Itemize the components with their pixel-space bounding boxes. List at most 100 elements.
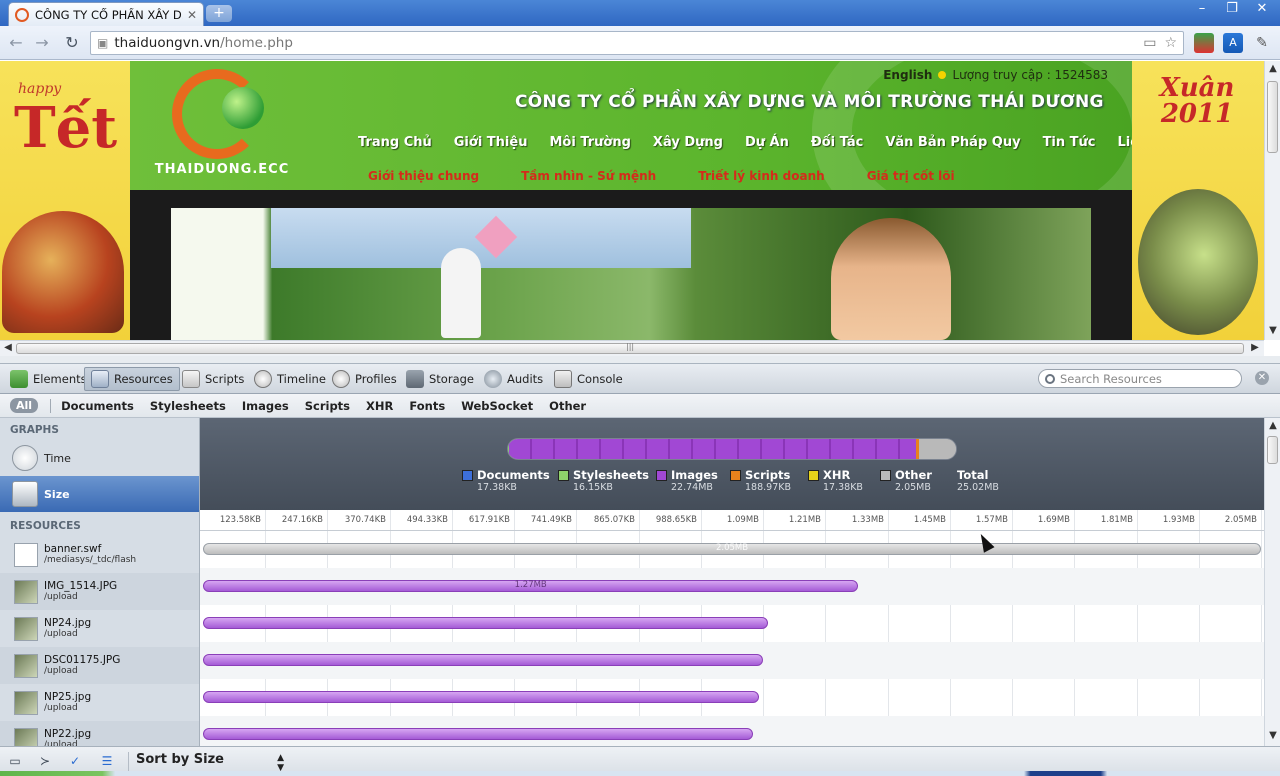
forward-arrow-icon[interactable]: → [32,33,52,53]
nav-doi-tac[interactable]: Đối Tác [811,135,863,150]
filter-images[interactable]: Images [242,399,289,413]
resource-item[interactable]: banner.swf/mediasys/_tdc/flash [0,536,199,573]
nav-tin-tuc[interactable]: Tin Tức [1043,135,1096,150]
resources-sidebar: GRAPHS Time Size RESOURCES banner.swf/me… [0,418,200,746]
subnav-gioi-thieu-chung[interactable]: Giới thiệu chung [368,169,479,183]
page-scroll-thumb[interactable] [1267,81,1278,153]
resource-item[interactable]: NP24.jpg/upload [0,610,199,647]
dt-scroll-thumb[interactable] [1267,436,1278,464]
dt-scroll-up-icon[interactable]: ▲ [1265,420,1280,431]
devtools-splitter[interactable] [0,356,1280,364]
resource-size-bar[interactable]: 1.27MB [203,580,859,592]
tab-audits[interactable]: Audits [478,367,549,391]
minimize-icon[interactable]: – [1188,1,1216,19]
tab-scripts[interactable]: Scripts [176,367,250,391]
legend-swatch [808,470,819,481]
nav-trang-chu[interactable]: Trang Chủ [358,135,432,150]
scroll-down-icon[interactable]: ▼ [1265,325,1280,336]
site-logo[interactable]: THAIDUONG.ECC [152,69,292,181]
filter-websocket[interactable]: WebSocket [461,399,533,413]
filter-fonts[interactable]: Fonts [409,399,445,413]
filter-other[interactable]: Other [549,399,586,413]
page-action-icon[interactable]: ▭ [1143,35,1156,51]
resource-item[interactable]: NP22.jpg/upload [0,721,199,746]
nav-gioi-thieu[interactable]: Giới Thiệu [454,135,528,150]
tab-resources[interactable]: Resources [84,367,180,391]
graph-time[interactable]: Time [0,440,199,476]
resource-bar-row [200,605,1264,642]
tab-profiles[interactable]: Profiles [326,367,403,391]
english-link[interactable]: English [883,68,932,82]
page-vertical-scrollbar[interactable]: ▲ ▼ [1264,61,1280,340]
filter-scripts[interactable]: Scripts [305,399,350,413]
filter-all[interactable]: All [10,398,39,413]
extension-icon[interactable] [1194,33,1214,53]
tab-storage[interactable]: Storage [400,367,480,391]
sort-label: Sort by Size [136,752,224,767]
url-path: /home.php [220,35,293,51]
resource-size-bar[interactable] [203,691,760,703]
legend-value: 17.38KB [477,482,517,493]
back-arrow-icon[interactable]: ← [6,33,26,53]
tab-scripts-label: Scripts [205,372,245,386]
image-thumbnail-icon [14,579,38,604]
bookmark-star-icon[interactable]: ☆ [1164,35,1177,51]
tab-timeline[interactable]: Timeline [248,367,332,391]
legend-label: Stylesheets [573,468,649,482]
resource-name: NP22.jpg [44,728,92,740]
resource-size-bar[interactable] [203,654,763,666]
scroll-left-icon[interactable]: ◀ [0,342,16,353]
image-thumbnail-icon [14,616,38,641]
large-rows-icon[interactable]: ☰ [98,754,116,770]
record-icon[interactable]: ✓ [66,754,84,770]
total-label: Total [957,468,989,482]
resource-size-bar[interactable] [203,617,769,629]
nav-lien-he[interactable]: Liên Hệ [1118,135,1133,150]
nav-van-ban-phap-quy[interactable]: Văn Bản Pháp Quy [885,135,1020,150]
resource-item[interactable]: DSC01175.JPG/upload [0,647,199,684]
search-resources-input[interactable]: Search Resources [1038,369,1242,388]
resource-size-bar[interactable]: 2.05MB [203,543,1261,555]
address-bar[interactable]: ▣ thaiduongvn.vn/home.php ▭ ☆ [90,31,1184,55]
scroll-up-icon[interactable]: ▲ [1265,63,1280,74]
filter-documents[interactable]: Documents [61,399,134,413]
page-horizontal-scrollbar[interactable]: ◀ ||| ▶ [0,340,1264,356]
legend-item-documents: Documents 17.38KB [462,468,550,494]
new-tab-button[interactable]: + [206,5,232,22]
subnav-tam-nhin[interactable]: Tầm nhìn - Sứ mệnh [521,169,656,183]
filter-xhr[interactable]: XHR [366,399,393,413]
logo-globe-icon [222,87,264,129]
dock-icon[interactable]: ▭ [6,754,24,770]
subnav-gia-tri[interactable]: Giá trị cốt lõi [867,169,955,183]
nav-moi-truong[interactable]: Môi Trường [549,135,630,150]
sort-select[interactable]: Sort by Size ▲ ▼ [128,752,290,773]
close-devtools-icon[interactable]: ✕ [1255,371,1269,385]
filter-stylesheets[interactable]: Stylesheets [150,399,226,413]
nav-du-an[interactable]: Dự Án [745,135,789,150]
translate-icon[interactable]: A [1223,33,1243,53]
resource-size-bar[interactable] [203,728,753,740]
bullet-icon [938,71,947,79]
wrench-icon[interactable]: ✎ [1252,33,1272,53]
resource-path: /mediasys/_tdc/flash [44,555,137,565]
tab-console[interactable]: Console [548,367,629,391]
tab-elements[interactable]: Elements [4,367,93,391]
browser-tab[interactable]: CÔNG TY CỔ PHẦN XÂY D... ✕ [8,2,204,26]
grip-icon: ||| [626,342,635,351]
nav-xay-dung[interactable]: Xây Dựng [653,135,723,150]
close-window-icon[interactable]: ✕ [1248,1,1276,19]
restore-icon[interactable]: ❐ [1218,1,1246,19]
legend-swatch [880,470,891,481]
resource-bar-row: 2.05MB [200,531,1264,568]
subnav-triet-ly[interactable]: Triết lý kinh doanh [698,169,824,183]
scroll-right-icon[interactable]: ▶ [1247,342,1263,353]
resource-bar-row [200,679,1264,716]
devtools-vertical-scrollbar[interactable]: ▲ ▼ [1264,418,1280,746]
console-drawer-icon[interactable]: ≻ [36,754,54,770]
resource-item[interactable]: NP25.jpg/upload [0,684,199,721]
close-tab-icon[interactable]: ✕ [187,8,197,22]
reload-icon[interactable]: ↻ [62,33,82,53]
dt-scroll-down-icon[interactable]: ▼ [1265,730,1280,741]
graph-size[interactable]: Size [0,476,199,512]
resource-item[interactable]: IMG_1514.JPG/upload [0,573,199,610]
